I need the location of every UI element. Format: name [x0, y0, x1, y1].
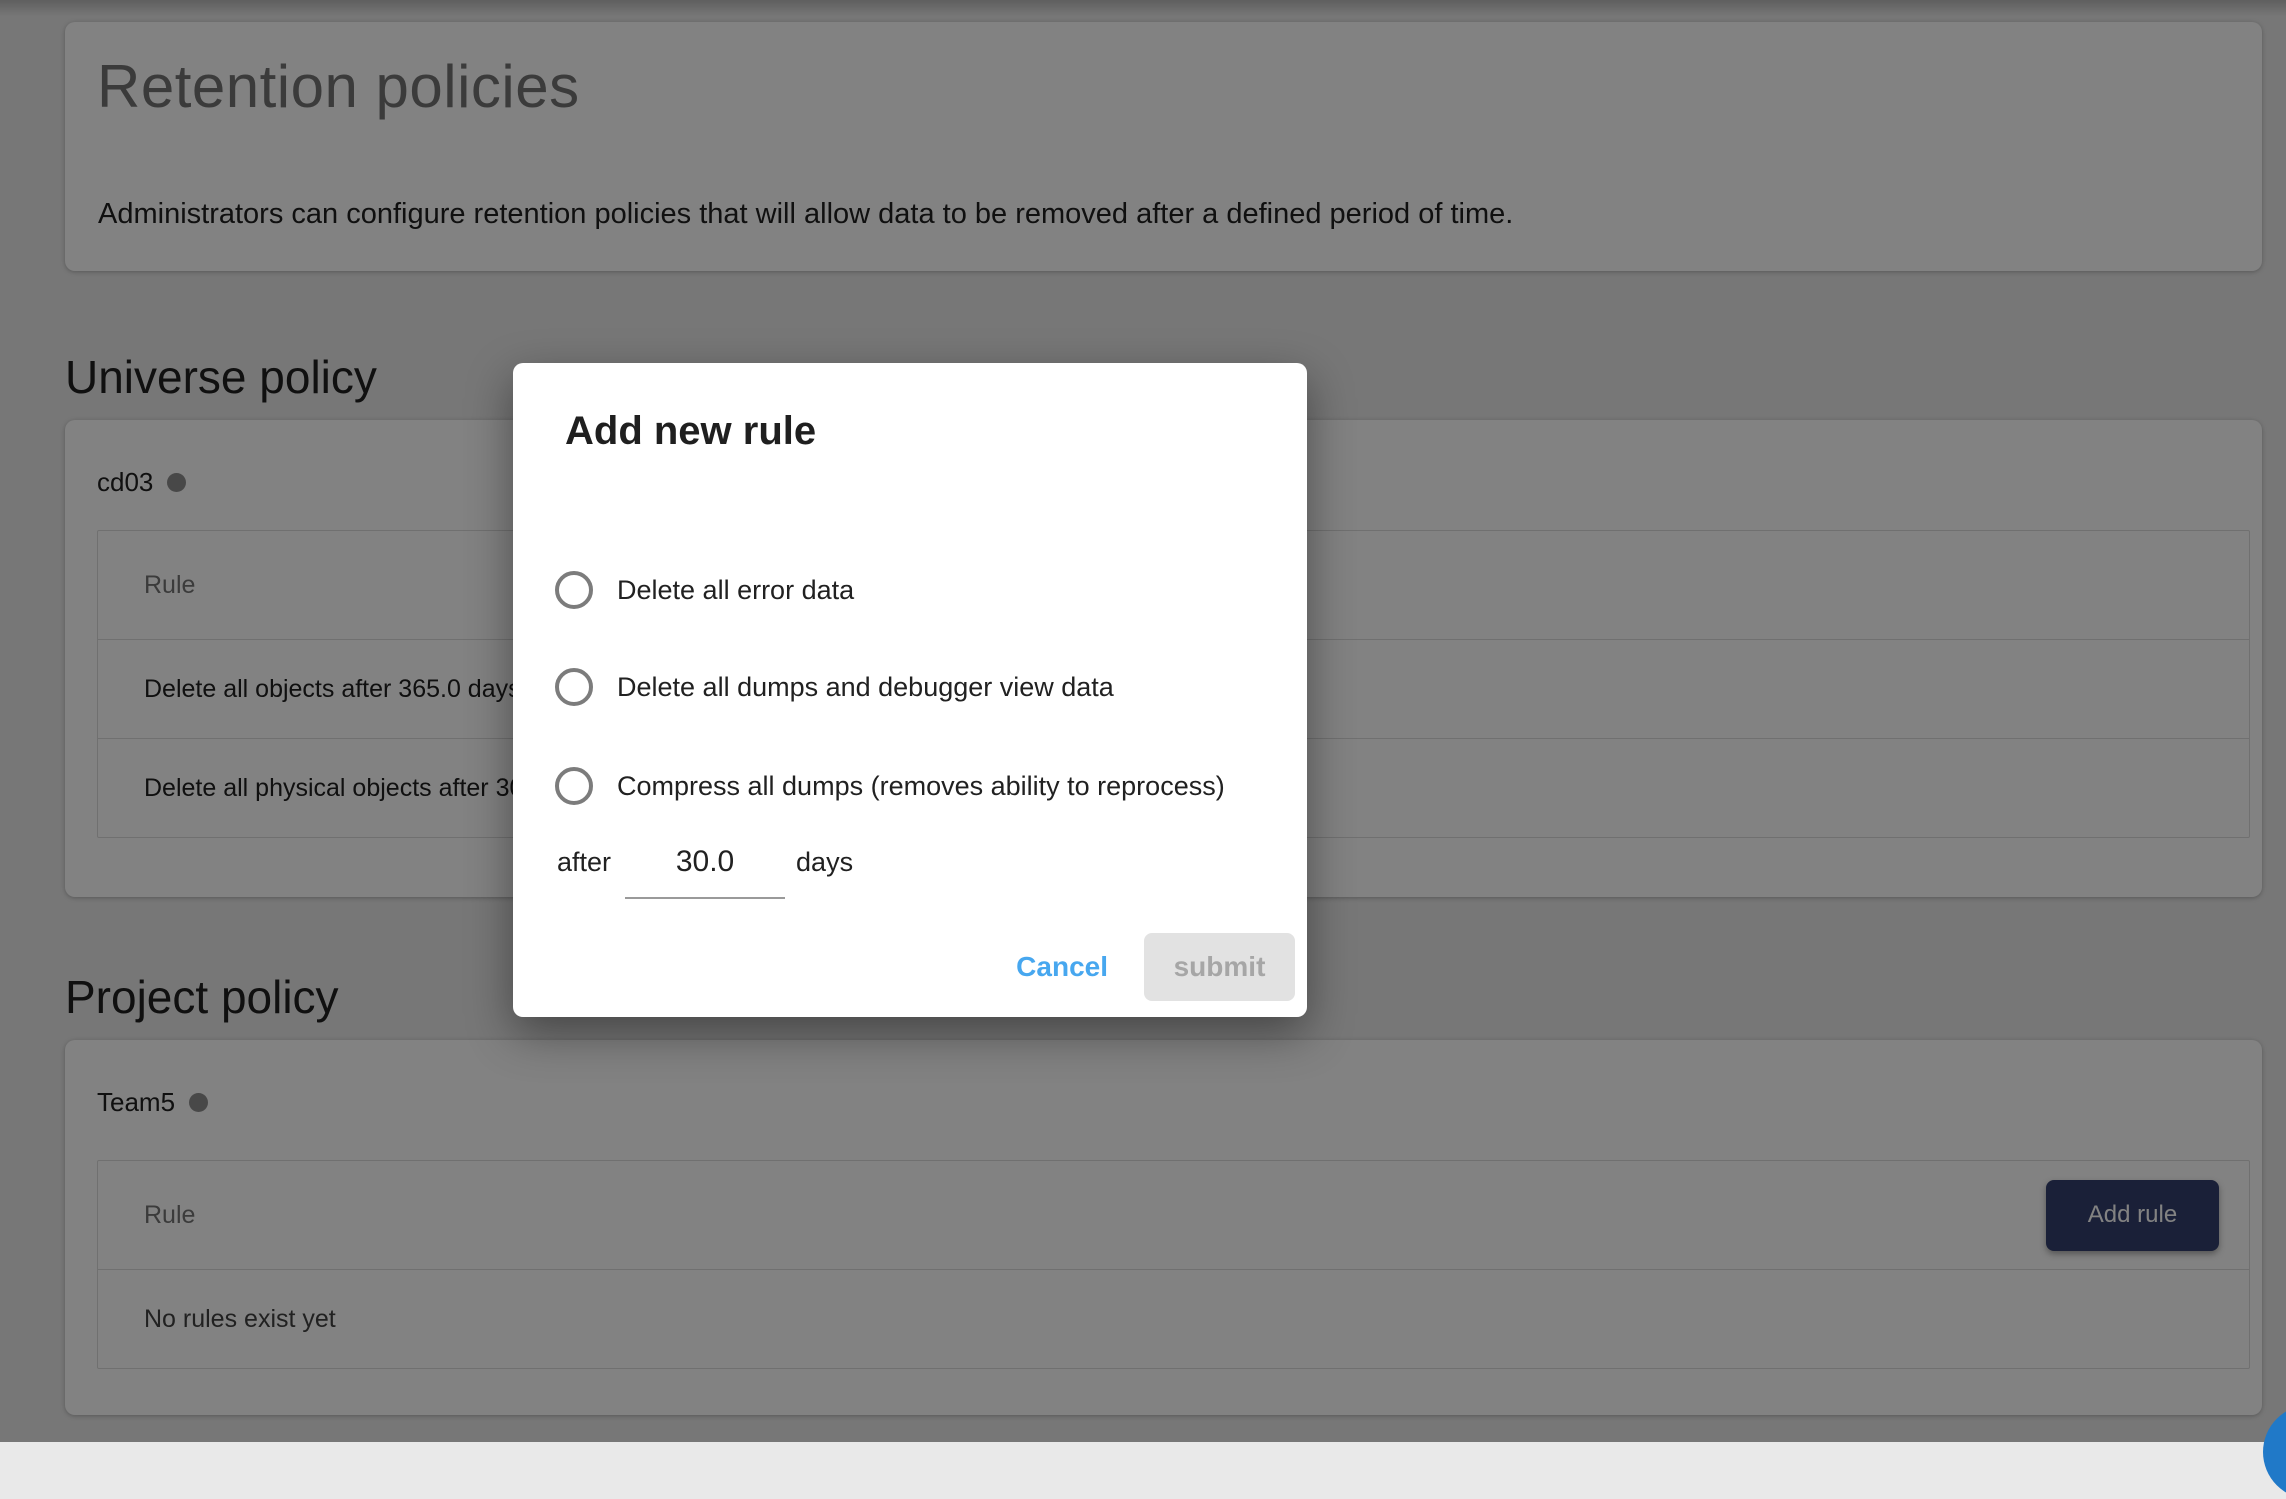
option-label: Delete all error data — [617, 574, 855, 605]
cancel-button[interactable]: Cancel — [1004, 951, 1120, 983]
option-compress-all-dumps[interactable]: Compress all dumps (removes ability to r… — [555, 766, 1225, 806]
radio-unchecked-icon[interactable] — [555, 668, 593, 706]
option-delete-error-data[interactable]: Delete all error data — [555, 570, 854, 610]
dialog-title: Add new rule — [565, 409, 817, 453]
days-input[interactable] — [625, 845, 786, 899]
radio-unchecked-icon[interactable] — [555, 767, 593, 805]
radio-unchecked-icon[interactable] — [555, 571, 593, 609]
option-label: Compress all dumps (removes ability to r… — [617, 770, 1225, 801]
after-days-row: after days — [557, 845, 853, 899]
days-label: days — [796, 847, 854, 877]
after-label: after — [557, 847, 612, 877]
submit-button[interactable]: submit — [1144, 933, 1295, 1001]
dialog-actions: Cancel submit — [1004, 933, 1295, 1001]
add-new-rule-dialog: Add new rule Delete all error data Delet… — [513, 363, 1307, 1017]
option-delete-dumps-debugger-data[interactable]: Delete all dumps and debugger view data — [555, 667, 1114, 707]
option-label: Delete all dumps and debugger view data — [617, 671, 1114, 702]
